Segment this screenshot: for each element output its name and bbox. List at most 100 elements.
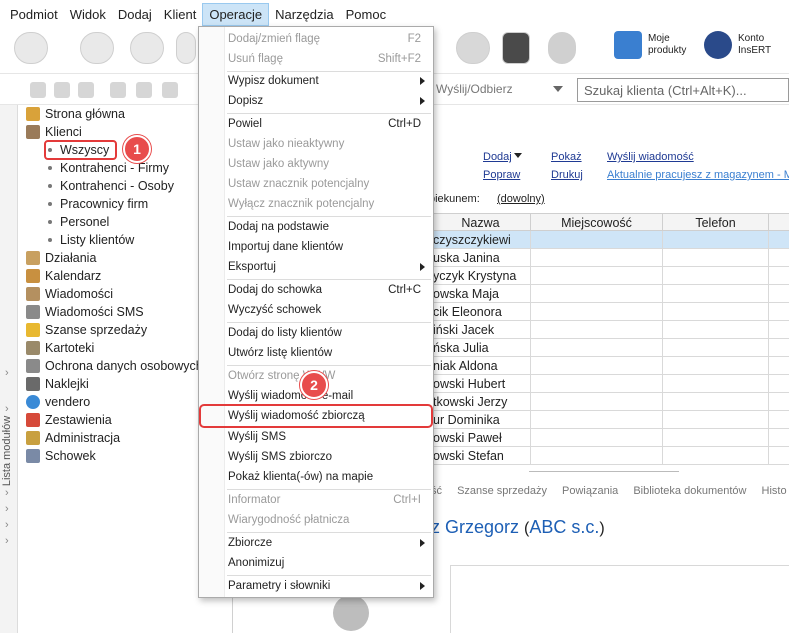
sidebar-item-kontrahenci-firmy[interactable]: Kontrahenci - Firmy [48,159,169,177]
table-row[interactable]: owska Maja [431,285,789,303]
menu-item-parameters[interactable]: Parametry i słowniki [199,576,433,596]
print-link[interactable]: Drukuj [551,169,583,181]
sidebar-item-wiadomosci-sms[interactable]: Wiadomości SMS [26,303,144,321]
sidebar-item-wiadomosci[interactable]: Wiadomości [26,285,113,303]
moje-produkty-button[interactable]: Moje produkty [614,31,686,59]
add-person-icon[interactable] [30,82,46,98]
menu-dodaj[interactable]: Dodaj [112,4,158,25]
table-row[interactable]: czyszczykiewi [431,231,789,249]
chevron-right-icon[interactable]: › [5,367,9,379]
menu-item-set-active[interactable]: Ustaw jako aktywny [199,154,433,174]
chevron-right-icon[interactable]: › [5,519,9,531]
sidebar-item-pracownicy-firm[interactable]: Pracownicy firm [48,195,148,213]
filter-dropdown[interactable]: (dowolny) [497,193,545,205]
sidebar-item-personel[interactable]: Personel [48,213,109,231]
menu-item-clear-clipboard[interactable]: Wyczyść schowek [199,300,433,320]
menu-item-remove-flag[interactable]: Usuń flagę Shift+F2 [199,49,433,69]
table-row[interactable]: owski Hubert [431,375,789,393]
tab-sales[interactable]: Szanse sprzedaży [457,485,547,497]
menu-item-unset-potential[interactable]: Wyłącz znacznik potencjalny [199,194,433,214]
send-receive-button[interactable]: Wyślij/Odbierz [436,82,513,96]
table-row[interactable]: iński Jacek [431,321,789,339]
menu-widok[interactable]: Widok [64,4,112,25]
sidebar-item-kontrahenci-osoby[interactable]: Kontrahenci - Osoby [48,177,174,195]
menu-podmiot[interactable]: Podmiot [4,4,64,25]
tag-icon[interactable] [136,82,152,98]
pencil-icon[interactable] [162,82,178,98]
menu-item-anonymize[interactable]: Anonimizuj [199,553,433,573]
menu-item-send-sms-bulk[interactable]: Wyślij SMS zbiorczo [199,447,433,467]
sidebar-item-schowek[interactable]: Schowek [26,447,96,465]
chevron-right-icon[interactable]: › [5,487,9,499]
contacts-toolbar-button[interactable] [80,32,114,64]
sidebar-item-naklejki[interactable]: Naklejki [26,375,89,393]
table-row[interactable]: yczyk Krystyna [431,267,789,285]
sidebar-item-vendero[interactable]: vendero [26,393,90,411]
menu-item-set-inactive[interactable]: Ustaw jako nieaktywny [199,134,433,154]
edit-person-icon[interactable] [54,82,70,98]
chevron-down-icon[interactable] [553,86,563,92]
chevron-right-icon[interactable]: › [5,535,9,547]
menu-item-add-to-clipboard[interactable]: Dodaj do schowka Ctrl+C [199,280,433,300]
modules-strip[interactable]: › › Lista modułów › › › › [0,105,18,633]
table-row[interactable]: owski Stefan [431,447,789,465]
table-row[interactable]: ur Dominika [431,411,789,429]
sidebar-item-szanse-sprzedazy[interactable]: Szanse sprzedaży [26,321,147,339]
add-link[interactable]: Dodaj [483,151,512,163]
sidebar-item-kalendarz[interactable]: Kalendarz [26,267,101,285]
column-nazwa[interactable]: Nazwa [431,214,531,232]
edit-link[interactable]: Popraw [483,169,520,181]
globe-toolbar-button[interactable] [456,32,490,64]
table-row[interactable]: tkowski Jerzy [431,393,789,411]
table-row[interactable]: ńska Julia [431,339,789,357]
stack-toolbar-button[interactable] [130,32,164,64]
sidebar-item-listy-klientow[interactable]: Listy klientów [48,231,134,249]
menu-narzedzia[interactable]: Narzędzia [269,4,340,25]
chevron-right-icon[interactable]: › [5,403,9,415]
menu-item-send-sms[interactable]: Wyślij SMS [199,427,433,447]
search-input[interactable]: Szukaj klienta (Ctrl+Alt+K)... [577,78,789,102]
sidebar-item-ochrona-danych[interactable]: Ochrona danych osobowych [26,357,203,375]
column-miejscowosc[interactable]: Miejscowość [531,214,663,232]
person-icon[interactable] [110,82,126,98]
cloud-toolbar-button[interactable] [548,32,576,64]
edit-toolbar-button[interactable] [176,32,196,64]
menu-item-add-flag[interactable]: Dodaj/zmień flagę F2 [199,29,433,49]
menu-klient[interactable]: Klient [158,4,203,25]
delete-person-icon[interactable] [78,82,94,98]
splitter[interactable] [529,471,679,472]
sidebar-item-administracja[interactable]: Administracja [26,429,120,447]
chevron-right-icon[interactable]: › [5,503,9,515]
sidebar-item-dzialania[interactable]: Działania [26,249,96,267]
menu-item-payment-credibility[interactable]: Wiarygodność płatnicza [199,510,433,530]
menu-operacje[interactable]: Operacje [202,2,270,26]
sidebar-item-zestawienia[interactable]: Zestawienia [26,411,112,429]
column-telefon[interactable]: Telefon [663,214,769,232]
sidebar-item-kartoteki[interactable]: Kartoteki [26,339,94,357]
table-row[interactable]: niak Aldona [431,357,789,375]
send-message-link[interactable]: Wyślij wiadomość [607,151,694,163]
table-row[interactable]: cik Eleonora [431,303,789,321]
menu-pomoc[interactable]: Pomoc [340,4,392,25]
tab-documents[interactable]: Biblioteka dokumentów [633,485,746,497]
tab-history[interactable]: Histo [762,485,787,497]
menu-item-add-to-list[interactable]: Dodaj do listy klientów [199,323,433,343]
menu-item-set-potential[interactable]: Ustaw znacznik potencjalny [199,174,433,194]
sidebar-item-klienci[interactable]: Klienci [26,123,82,141]
menu-item-export[interactable]: Eksportuj [199,257,433,277]
mail-toolbar-button[interactable] [14,32,48,64]
company-link[interactable]: ABC s.c. [529,517,599,537]
menu-item-write-document[interactable]: Wypisz dokument [199,71,433,91]
table-row[interactable]: uska Janina [431,249,789,267]
menu-item-bulk[interactable]: Zbiorcze [199,533,433,553]
tab-relations[interactable]: Powiązania [562,485,618,497]
menu-item-create-list[interactable]: Utwórz listę klientów [199,343,433,363]
menu-item-informator[interactable]: Informator Ctrl+I [199,490,433,510]
chevron-down-icon[interactable] [514,153,522,158]
menu-item-add-based-on[interactable]: Dodaj na podstawie [199,217,433,237]
show-link[interactable]: Pokaż [551,151,582,163]
menu-item-show-on-map[interactable]: Pokaż klienta(-ów) na mapie [199,467,433,487]
box-toolbar-button[interactable] [502,32,530,64]
menu-item-import[interactable]: Importuj dane klientów [199,237,433,257]
sidebar-item-wszyscy[interactable]: Wszyscy [44,140,118,160]
